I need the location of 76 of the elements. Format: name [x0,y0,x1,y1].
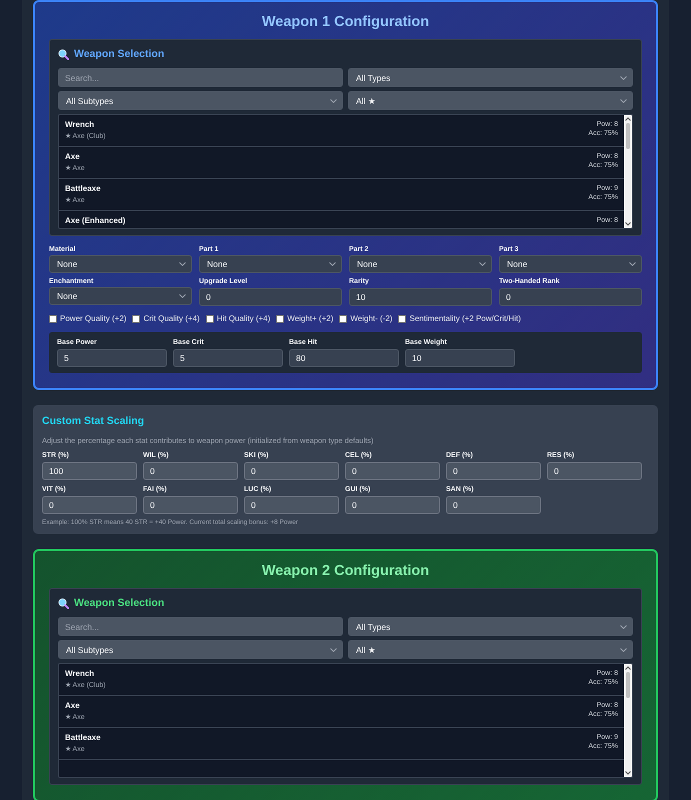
dropdown[interactable]: None [49,287,192,305]
section-title: Weapon Selection [74,48,164,60]
chevron-icon [620,648,627,652]
checkbox[interactable] [398,314,406,322]
scroll-down-icon[interactable] [625,222,631,226]
dropdown[interactable]: None [499,255,642,273]
panel-title: Weapon 2 Configuration [262,563,430,579]
input-field[interactable]: 0 [199,288,342,306]
input-field[interactable]: 0 [42,496,137,514]
checkbox-label: Weight- (-2) [350,314,392,323]
scroll-down-icon[interactable] [625,771,631,775]
checkbox[interactable] [339,314,348,322]
chevron-icon [620,98,627,102]
scroll-thumb[interactable] [626,672,630,698]
chevron-icon [330,648,337,652]
weapon-name: Wrench [65,120,94,129]
panel-title: Weapon 1 Configuration [262,14,430,30]
input-field[interactable]: 0 [499,288,642,306]
dropdown[interactable]: None [349,255,492,273]
dropdown[interactable]: All ★ [348,91,633,110]
scrollbar[interactable] [624,115,632,228]
search-icon [58,48,69,60]
input-field[interactable]: 100 [42,462,137,480]
input-field[interactable]: 10 [405,349,515,367]
input-field[interactable]: 0 [143,496,238,514]
input-field[interactable]: 0 [345,462,440,480]
input-field[interactable]: 80 [289,349,399,367]
input-field[interactable]: 0 [244,496,339,514]
scroll-thumb[interactable] [626,123,630,149]
chevron-icon [179,294,186,298]
checkbox-label: Weight+ (+2) [287,314,334,323]
weapon-name: Battleaxe [65,733,101,742]
checkbox[interactable] [276,314,284,322]
input-field[interactable]: 5 [173,349,283,367]
checkbox-label: Crit Quality (+4) [143,314,200,323]
section-title: Custom Stat Scaling [42,415,144,427]
weapon-name: Wrench [65,669,94,678]
search-icon [58,598,69,608]
checkbox-label: Sentimentality (+2 Pow/Crit/Hit) [409,314,521,323]
chevron-icon [330,98,337,102]
input-field[interactable]: 0 [345,496,440,514]
chevron-icon [329,262,336,266]
weapon-name: Axe [65,701,80,710]
input-field[interactable]: 0 [446,462,541,480]
input-field[interactable]: 0 [244,462,339,480]
chevron-icon [629,262,636,266]
dropdown[interactable]: All Subtypes [58,640,343,659]
scrollbar[interactable] [624,664,632,777]
dropdown[interactable]: All Types [348,68,633,87]
section-title: Weapon Selection [74,597,164,609]
weapon-name: Axe [65,152,80,161]
scroll-up-icon[interactable] [625,666,631,670]
scroll-up-icon[interactable] [625,117,631,121]
search-field[interactable]: Search... [58,617,343,636]
input-field[interactable]: 5 [57,349,167,367]
chevron-icon [620,76,627,80]
input-field[interactable]: 0 [446,496,541,514]
dropdown[interactable]: None [49,255,192,273]
chevron-icon [620,624,627,628]
input-field[interactable]: 10 [349,288,492,306]
dropdown[interactable]: All ★ [348,640,633,659]
checkbox[interactable] [206,314,214,322]
checkbox-label: Power Quality (+2) [60,314,126,323]
chevron-icon [479,262,486,266]
dropdown[interactable]: All Types [348,617,633,636]
input-field[interactable]: 0 [547,462,642,480]
dropdown[interactable]: All Subtypes [58,91,343,110]
checkbox[interactable] [132,314,140,322]
input-field[interactable]: 0 [143,462,238,480]
weapon-name: Axe (Enhanced) [65,216,126,225]
dropdown[interactable]: None [199,255,342,273]
search-field[interactable]: Search... [58,68,343,87]
checkbox-label: Hit Quality (+4) [216,314,270,323]
checkbox[interactable] [49,314,57,322]
chevron-icon [179,262,186,266]
weapon-name: Battleaxe [65,184,101,193]
